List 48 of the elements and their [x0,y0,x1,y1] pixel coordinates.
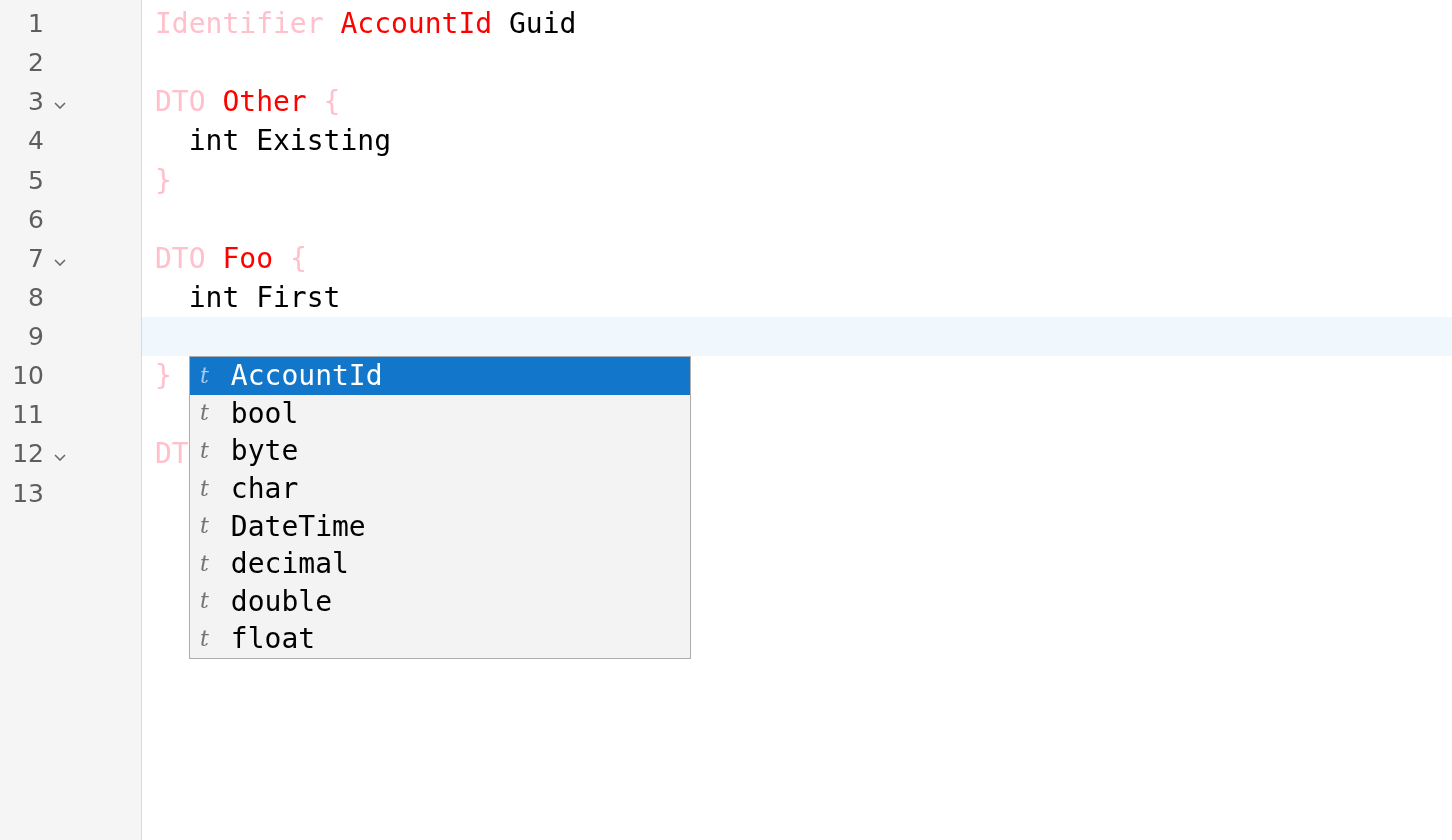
completion-item[interactable]: t AccountId [190,357,690,395]
keyword-text: Identifier [155,7,324,40]
line-number: 1 [28,9,44,39]
code-text: Guid [509,7,577,40]
type-icon: t [200,402,209,425]
type-icon: t [200,552,209,575]
type-icon: t [200,627,209,650]
type-icon: t [200,590,209,613]
keyword-text: DTO [155,85,206,119]
keyword-text: { [323,85,341,119]
keyword-text: } [155,359,172,393]
completion-item[interactable]: t char [190,469,690,508]
keyword-text: { [289,241,307,275]
line-number: 3 [28,87,44,117]
line-number: 9 [28,322,44,352]
completion-item[interactable]: t byte [190,432,690,470]
line-number: 13 [12,478,44,508]
completion-item[interactable]: t bool [190,394,690,433]
keyword-text: DT [155,437,189,471]
line-number: 7 [28,243,44,273]
chevron-icon[interactable] [54,102,66,110]
keyword-text: } [155,163,172,197]
type-icon: t [200,477,209,500]
line-number: 8 [28,282,44,312]
keyword-text: DTO [155,241,206,275]
type-icon: t [200,364,209,387]
line-number: 4 [28,126,44,156]
code-text: First [256,280,341,314]
line-number: 12 [12,439,44,469]
identifier-text: Other [222,85,307,119]
code-text: int [188,280,240,314]
completion-item[interactable]: t float [190,620,690,658]
type-icon: t [200,440,209,462]
code-text: Existing [256,124,391,158]
completion-item[interactable]: t decimal [190,544,690,583]
line-number: 10 [12,361,44,391]
line-number: 5 [28,165,44,195]
identifier-text: Foo [222,241,273,275]
line-number: 11 [12,400,44,430]
line-number: 2 [28,48,44,78]
completion-item[interactable]: t DateTime [190,507,690,545]
type-icon: t [200,515,209,538]
identifier-text: AccountId [340,7,493,40]
completion-item[interactable]: t double [190,582,690,621]
code-text: int [188,124,240,158]
line-number: 6 [28,204,44,234]
chevron-icon[interactable] [54,454,66,462]
chevron-icon[interactable] [54,258,66,266]
